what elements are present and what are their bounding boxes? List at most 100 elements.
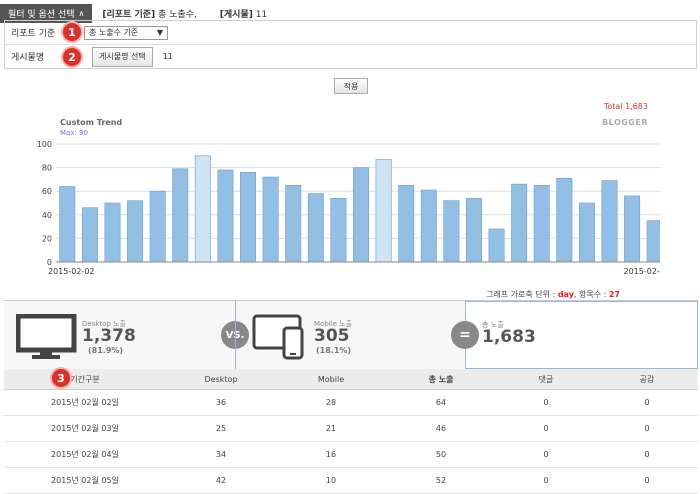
table-cell: 2015년 02월 04일 [4,441,166,468]
table-cell: 0 [596,415,698,442]
chart-bar[interactable] [307,193,324,263]
chart-bar[interactable] [149,190,166,263]
chart-bar[interactable] [556,177,573,263]
table-cell: 0 [596,441,698,468]
table-cell: 2015년 02월 03일 [4,415,166,442]
post-name-row: 게시물명 게시물명 선택 11 [5,45,696,68]
y-tick-label: 60 [42,187,52,196]
chart-bar[interactable] [194,155,211,263]
y-tick-label: 20 [42,234,52,243]
table-cell: 0 [596,389,698,416]
col-desktop[interactable]: Desktop [166,369,276,390]
table-cell: 0 [496,467,596,494]
col-period[interactable]: 기간구분 [4,369,166,390]
table-cell: 21 [276,415,386,442]
chart-bar[interactable] [646,220,660,263]
post-key: [게시물] [219,9,253,20]
chart-total: Total 1,683 [603,102,648,111]
chart-bar[interactable] [127,200,144,263]
chart-bar[interactable] [172,168,189,263]
equals-circle: = [451,321,479,349]
table-cell: 28 [276,389,386,416]
report-basis-value: 총 노출수, [158,9,197,20]
table-cell: 46 [386,415,496,442]
col-total[interactable]: 총 노출 [386,369,496,390]
table-cell: 16 [276,441,386,468]
chart-bar[interactable] [59,186,76,263]
chart-bar[interactable] [104,202,121,263]
chart-bar[interactable] [624,195,641,263]
x-end-label: 2015-02-28 [624,267,661,276]
table-cell: 50 [386,441,496,468]
table-cell: 10 [276,467,386,494]
total-section: 총 노출 1,683 [465,301,698,369]
chevron-up-icon: ∧ [78,8,85,18]
chart-bar[interactable] [420,189,437,263]
total-value: 1,683 [482,327,536,347]
table-cell: 42 [166,467,276,494]
dropdown-arrow-icon: ▼ [156,28,163,37]
chart-bar[interactable] [353,167,369,263]
post-name-select-button[interactable]: 게시물명 선택 [92,46,153,67]
table-cell: 36 [166,389,276,416]
unit-mid: , 항목수 : [573,290,609,299]
chart-bar[interactable] [285,184,302,263]
table-cell: 0 [596,467,698,494]
mobile-section: Mobile 노출 305 (18.1%) [235,301,466,369]
filter-button-label: 필터 및 옵션 선택 [8,9,75,20]
table-cell: 2015년 02월 02일 [4,389,166,416]
unit-value: day [557,290,574,299]
chart-title: Custom Trend [60,118,123,127]
chart-bar[interactable] [488,228,505,263]
y-tick-label: 80 [42,164,52,173]
exposure-summary: Desktop 노출 1,378 (81.9%) VS. Mobile 노출 3… [4,300,698,370]
chart-bar[interactable] [533,184,550,263]
y-tick-label: 40 [42,211,52,220]
x-start-label: 2015-02-02 [48,267,95,276]
col-mobile[interactable]: Mobile [276,369,386,390]
table-header: 기간구분 Desktop Mobile 총 노출 댓글 공감 [4,369,698,390]
chart-bar[interactable] [81,207,98,263]
chart-bar[interactable] [330,197,347,263]
chart-max: Max: 90 [60,129,88,137]
chart-bar[interactable] [217,169,234,263]
table-row: 2015년 02월 02일 36 28 64 0 0 [4,389,698,416]
chart-bar[interactable] [443,200,460,263]
table-cell: 0 [496,441,596,468]
table-cell: 64 [386,389,496,416]
chart-bar[interactable] [240,172,257,263]
chart-bar[interactable] [375,159,392,263]
desktop-pct: (81.9%) [88,346,124,355]
table-cell: 25 [166,415,276,442]
report-basis-select[interactable]: 총 노출수 기준 ▼ [84,25,168,40]
filter-summary: [리포트 기준] 총 노출수, [게시물] 11 [102,7,267,20]
chart-bar[interactable] [511,183,528,263]
table-cell: 0 [496,389,596,416]
table-row: 2015년 02월 03일 25 21 46 0 0 [4,415,698,442]
chart-bar[interactable] [262,176,279,263]
chart-bar[interactable] [601,180,618,263]
table-row: 2015년 02월 05일 42 10 52 0 0 [4,467,698,494]
filter-panel: 리포트 기준 총 노출수 기준 ▼ 게시물명 게시물명 선택 11 1 2 [4,20,697,69]
chart-bar[interactable] [398,184,415,263]
tablet-phone-icon [252,314,304,360]
step-badge-1: 1 [63,23,81,41]
chart-bar[interactable] [465,197,482,263]
y-tick-label: 0 [47,258,52,267]
mobile-pct: (18.1%) [316,346,352,355]
step-badge-2: 2 [63,48,81,66]
col-comments[interactable]: 댓글 [496,369,596,390]
post-count: 11 [162,52,173,61]
unit-prefix: 그래프 가로축 단위 : [486,290,558,299]
table-cell: 2015년 02월 05일 [4,467,166,494]
y-tick-label: 100 [37,140,52,149]
desktop-section: Desktop 노출 1,378 (81.9%) [4,301,234,369]
col-likes[interactable]: 공감 [596,369,698,390]
table-cell: 34 [166,441,276,468]
desktop-value: 1,378 [82,326,136,346]
item-count: 27 [608,290,620,299]
apply-button[interactable]: 적용 [334,78,368,94]
report-basis-key: [리포트 기준] [102,9,156,20]
mobile-value: 305 [314,326,350,346]
chart-bar[interactable] [578,202,595,263]
